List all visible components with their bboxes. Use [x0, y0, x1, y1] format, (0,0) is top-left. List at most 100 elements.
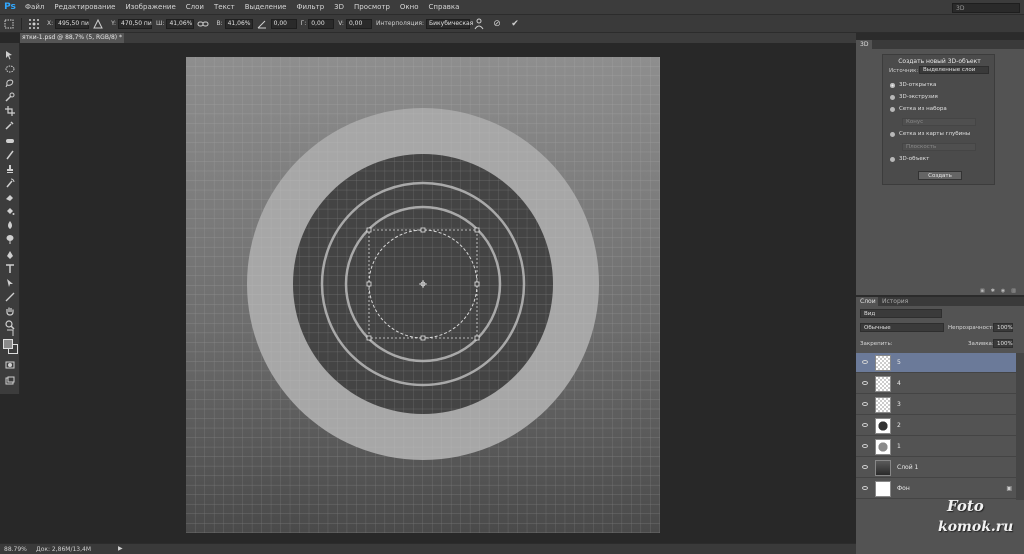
vskew-field[interactable]: 0,00 [345, 18, 372, 29]
marquee-tool-icon[interactable] [3, 63, 17, 74]
option-mesh-preset-label: Сетка из набора [899, 106, 947, 112]
document-size: Док: 2,86M/13,4M [36, 546, 92, 553]
angle-field[interactable]: 0,00 [270, 18, 297, 29]
eyedropper-tool-icon[interactable] [3, 119, 17, 130]
menu-image[interactable]: Изображение [120, 3, 180, 11]
menu-window[interactable]: Окно [395, 3, 424, 11]
opacity-field[interactable]: 100% [993, 323, 1013, 332]
clone-stamp-tool-icon[interactable] [3, 163, 17, 174]
visibility-eye-icon[interactable] [862, 360, 868, 364]
layer-row[interactable]: 3 [856, 395, 1016, 415]
history-brush-tool-icon[interactable] [3, 177, 17, 188]
layer-thumbnail [875, 481, 891, 497]
width-field[interactable]: 41,06% [166, 18, 195, 29]
tab-layers[interactable]: Слои [856, 297, 880, 306]
visibility-eye-icon[interactable] [862, 381, 868, 385]
transform-tool-icon[interactable] [3, 18, 15, 30]
dodge-tool-icon[interactable] [3, 233, 17, 244]
menu-layers[interactable]: Слои [181, 3, 209, 11]
render-icon[interactable]: ◉ [1001, 288, 1005, 295]
angle-icon [256, 18, 268, 30]
menu-3d[interactable]: 3D [329, 3, 349, 11]
warp-icon[interactable] [473, 18, 485, 30]
healing-brush-tool-icon[interactable] [3, 135, 17, 146]
menu-filter[interactable]: Фильтр [291, 3, 329, 11]
layer-row[interactable]: Фон ▣ [856, 479, 1016, 499]
line-tool-icon[interactable] [3, 291, 17, 302]
pen-tool-icon[interactable] [3, 249, 17, 260]
path-selection-tool-icon[interactable] [3, 277, 17, 288]
radio-depth-map[interactable] [890, 132, 895, 137]
document-tab[interactable]: ятки-1.psd @ 88,7% (5, RGB/8) * [20, 33, 124, 43]
swap-colors-icon[interactable] [3, 329, 17, 337]
menu-help[interactable]: Справка [424, 3, 465, 11]
eraser-tool-icon[interactable] [3, 191, 17, 202]
height-field[interactable]: 41,06% [224, 18, 253, 29]
menu-view[interactable]: Просмотр [349, 3, 395, 11]
layer-filter-kind[interactable]: Вид [860, 309, 942, 318]
layer-row[interactable]: 2 [856, 416, 1016, 436]
document-canvas[interactable] [186, 57, 660, 533]
trash-icon[interactable]: ▥ [1011, 288, 1016, 295]
delta-icon[interactable] [92, 18, 104, 30]
layer-row[interactable]: Слой 1 [856, 458, 1016, 478]
tab-3d[interactable]: 3D [856, 40, 873, 49]
y-field[interactable]: 470,50 пи [118, 18, 153, 29]
quick-selection-tool-icon[interactable] [3, 91, 17, 102]
hand-tool-icon[interactable] [3, 305, 17, 316]
zoom-level[interactable]: 88.79% [4, 546, 27, 553]
radio-extrusion[interactable] [890, 95, 895, 100]
source-select[interactable]: Выделенные слои [919, 66, 989, 74]
watermark-line2: komok.ru [938, 519, 1014, 535]
radio-postcard[interactable] [890, 83, 895, 88]
layer-row[interactable]: 1 [856, 437, 1016, 457]
move-tool-icon[interactable] [3, 49, 17, 60]
commit-transform-icon[interactable]: ✔ [509, 18, 521, 30]
reference-point-icon[interactable] [28, 18, 40, 30]
canvas-area[interactable] [20, 43, 856, 543]
hskew-field[interactable]: 0,00 [308, 18, 335, 29]
link-icon[interactable] [197, 18, 209, 30]
workspace-select[interactable]: 3D [952, 3, 1020, 13]
quick-mask-icon[interactable] [3, 359, 17, 370]
hskew-label: Г: [300, 20, 307, 27]
layers-scrollbar[interactable] [1016, 353, 1024, 500]
scene-icon[interactable]: ▣ [980, 288, 985, 295]
lasso-tool-icon[interactable] [3, 77, 17, 88]
visibility-eye-icon[interactable] [862, 486, 868, 490]
status-menu-arrow-icon[interactable]: ▶ [118, 545, 123, 552]
screen-mode-icon[interactable] [3, 375, 17, 386]
status-bar: 88.79% Док: 2,86M/13,4M ▶ [0, 543, 856, 554]
menu-type[interactable]: Текст [209, 3, 240, 11]
x-field[interactable]: 495,50 пи [55, 18, 90, 29]
paint-bucket-tool-icon[interactable] [3, 205, 17, 216]
layer-name: 2 [897, 422, 901, 429]
foreground-color-swatch[interactable] [3, 339, 13, 349]
type-tool-icon[interactable] [3, 263, 17, 274]
light-icon[interactable]: ✱ [991, 288, 995, 295]
tab-history[interactable]: История [878, 297, 913, 306]
cancel-transform-icon[interactable]: ⊘ [491, 18, 503, 30]
layer-row[interactable]: 5 [856, 353, 1016, 373]
photoshop-logo: Ps [4, 2, 16, 12]
menu-select[interactable]: Выделение [240, 3, 292, 11]
radio-3d-object[interactable] [890, 157, 895, 162]
brush-tool-icon[interactable] [3, 149, 17, 160]
crop-tool-icon[interactable] [3, 105, 17, 116]
panel-3d-footer: ▣ ✱ ◉ ▥ [856, 288, 1024, 295]
layer-row[interactable]: 4 [856, 374, 1016, 394]
visibility-eye-icon[interactable] [862, 444, 868, 448]
visibility-eye-icon[interactable] [862, 402, 868, 406]
visibility-eye-icon[interactable] [862, 423, 868, 427]
blur-tool-icon[interactable] [3, 219, 17, 230]
interpolation-select[interactable]: Бикубическая [426, 18, 473, 29]
fill-field[interactable]: 100% [993, 339, 1013, 348]
tools-panel [0, 43, 20, 394]
blend-mode-select[interactable]: Обычные [860, 323, 944, 332]
menu-file[interactable]: Файл [20, 3, 49, 11]
visibility-eye-icon[interactable] [862, 465, 868, 469]
radio-mesh-preset[interactable] [890, 107, 895, 112]
menu-edit[interactable]: Редактирование [49, 3, 120, 11]
create-button[interactable]: Создать [918, 171, 962, 180]
layer-thumbnail [875, 397, 891, 413]
